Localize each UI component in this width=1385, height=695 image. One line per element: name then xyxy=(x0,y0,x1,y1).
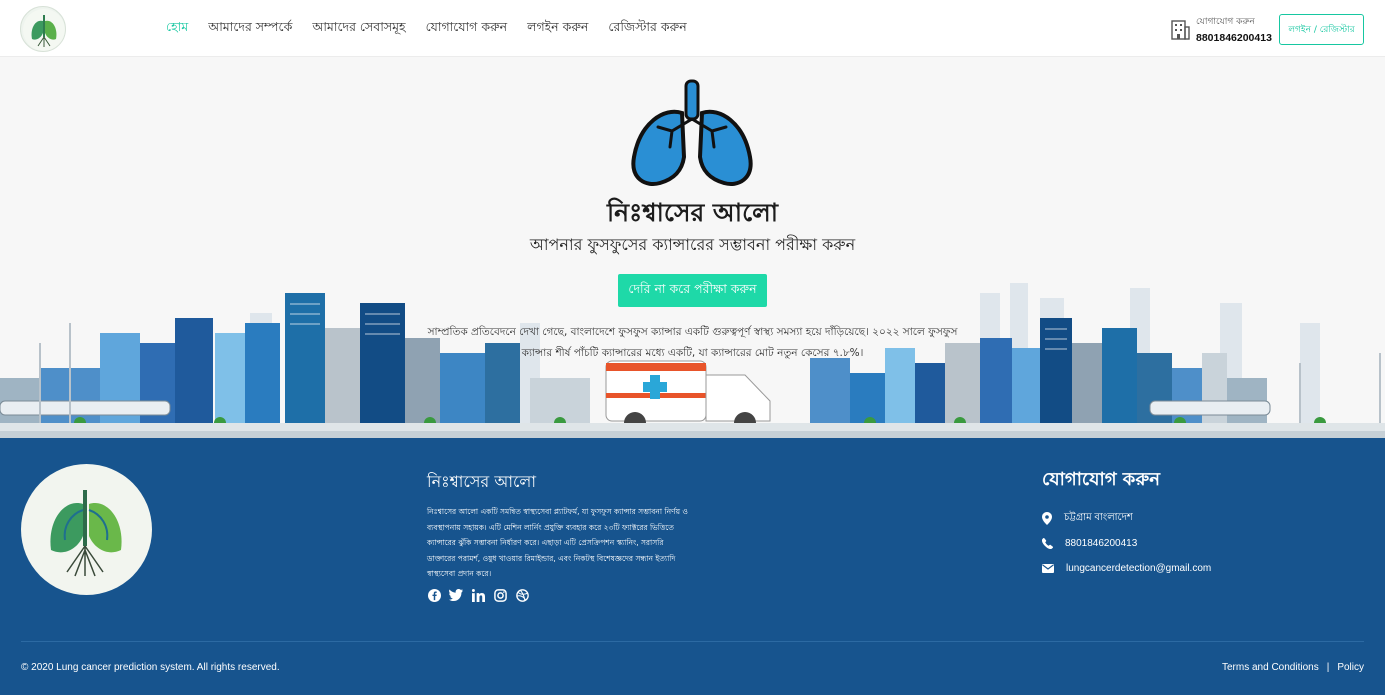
footer-links: Terms and Conditions | Policy xyxy=(1222,662,1364,673)
footer-description: নিঃশ্বাসের আলো একটি সমন্বিত স্বাস্থ্যসেব… xyxy=(427,507,688,578)
linkedin-icon[interactable] xyxy=(471,588,485,602)
terms-link[interactable]: Terms and Conditions xyxy=(1222,662,1319,673)
location-pin-icon xyxy=(1042,512,1052,525)
nav-register[interactable]: রেজিস্টার করুন xyxy=(608,19,686,39)
nav-contact[interactable]: যোগাযোগ করুন xyxy=(426,19,508,39)
footer-link-separator: | xyxy=(1326,662,1330,673)
footer-email-text[interactable]: lungcancerdetection@gmail.com xyxy=(1066,563,1211,574)
hero-paragraph: সাম্প্রতিক প্রতিবেদনে দেখা গেছে, বাংলাদে… xyxy=(427,326,958,359)
site-logo[interactable] xyxy=(20,6,66,52)
lungs-icon xyxy=(631,79,753,186)
twitter-icon[interactable] xyxy=(449,588,463,602)
facebook-icon[interactable] xyxy=(427,588,441,602)
footer-title: নিঃশ্বাসের আলো xyxy=(427,472,536,491)
footer-email: lungcancerdetection@gmail.com xyxy=(1042,563,1211,574)
hero-tagline: আপনার ফুসফুসের ক্যান্সারের সম্ভাবনা পরীক… xyxy=(529,235,856,254)
instagram-icon[interactable] xyxy=(493,588,507,602)
envelope-icon xyxy=(1042,564,1054,573)
nav-home[interactable]: হোম xyxy=(166,19,188,39)
header-contact: যোগাযোগ করুন 8801846200413 xyxy=(1170,14,1272,44)
copyright-text: © 2020 Lung cancer prediction system. Al… xyxy=(21,662,280,673)
social-links xyxy=(427,588,529,602)
building-icon xyxy=(1171,20,1190,40)
login-register-button[interactable]: লগইন / রেজিস্টার xyxy=(1279,14,1364,45)
main-nav: হোম আমাদের সম্পর্কে আমাদের সেবাসমূহ যোগা… xyxy=(166,19,707,39)
hero-section: নিঃশ্বাসের আলো আপনার ফুসফুসের ক্যান্সারে… xyxy=(0,57,1385,438)
footer-contact-title: যোগাযোগ করুন xyxy=(1042,469,1160,490)
hero-title: নিঃশ্বাসের আলো xyxy=(606,198,779,227)
footer-phone-text[interactable]: 8801846200413 xyxy=(1065,538,1137,549)
footer-address: চট্টগ্রাম বাংলাদেশ xyxy=(1042,510,1133,527)
header-contact-label: যোগাযোগ করুন xyxy=(1196,17,1255,27)
top-header: হোম আমাদের সম্পর্কে আমাদের সেবাসমূহ যোগা… xyxy=(0,0,1385,57)
footer-phone: 8801846200413 xyxy=(1042,538,1137,549)
policy-link[interactable]: Policy xyxy=(1337,662,1364,673)
nav-about[interactable]: আমাদের সম্পর্কে xyxy=(208,19,292,39)
header-contact-phone[interactable]: 8801846200413 xyxy=(1196,32,1272,44)
nav-services[interactable]: আমাদের সেবাসমূহ xyxy=(312,19,405,39)
footer-divider xyxy=(21,641,1364,642)
nav-login[interactable]: লগইন করুন xyxy=(527,19,588,39)
dribbble-icon[interactable] xyxy=(515,588,529,602)
phone-icon xyxy=(1042,538,1053,549)
footer-address-text: চট্টগ্রাম বাংলাদেশ xyxy=(1064,512,1133,523)
site-footer: নিঃশ্বাসের আলো নিঃশ্বাসের আলো একটি সমন্ব… xyxy=(0,438,1385,695)
check-now-button[interactable]: দেরি না করে পরীক্ষা করুন xyxy=(618,274,767,307)
footer-logo xyxy=(21,464,152,595)
